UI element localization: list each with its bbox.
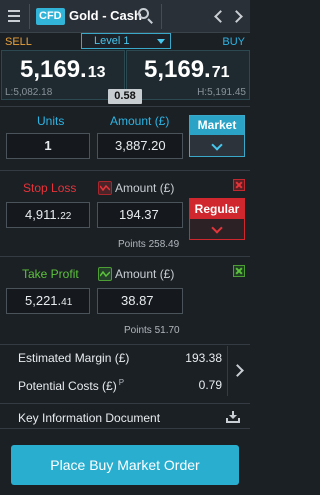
- chevron-left-icon[interactable]: [211, 8, 225, 24]
- estimated-margin-label: Estimated Margin (£): [18, 351, 130, 365]
- potential-costs-value: 0.79: [198, 378, 222, 392]
- units-label: Units: [37, 114, 65, 128]
- info-marker: P: [118, 378, 125, 387]
- buy-price: 5,169.71: [144, 56, 230, 83]
- chevron-down-icon: [211, 222, 223, 234]
- sell-label: SELL: [5, 36, 32, 48]
- chevron-right-icon[interactable]: [227, 346, 250, 396]
- divider: [161, 4, 162, 29]
- close-stop-loss-icon[interactable]: [233, 179, 245, 191]
- key-information-row[interactable]: Key Information Document: [0, 403, 250, 429]
- close-take-profit-icon[interactable]: [233, 265, 245, 277]
- order-type-label: Market: [190, 116, 244, 135]
- stop-loss-amount-label: Amount (£): [115, 181, 175, 195]
- quote-label-row: SELL Level 1 BUY: [0, 33, 250, 50]
- potential-costs-row: Potential Costs (£) P 0.79: [0, 373, 227, 396]
- level-value: Level 1: [94, 35, 130, 47]
- day-high: H:5,191.45: [197, 87, 246, 98]
- stop-loss-points: Points 258.49: [118, 239, 180, 250]
- stop-type-label: Regular: [190, 199, 244, 219]
- take-profit-section: Take Profit Amount (£) 5,221.41 38.87 Po…: [0, 256, 250, 342]
- trend-toggle-icon[interactable]: [98, 267, 112, 281]
- stop-type-select[interactable]: Regular: [189, 198, 245, 240]
- cfd-badge: CFD: [36, 8, 65, 25]
- stop-loss-price-input[interactable]: 4,911.22: [6, 202, 90, 228]
- estimated-margin-row: Estimated Margin (£) 193.38: [0, 346, 227, 369]
- level-select[interactable]: Level 1: [81, 33, 171, 49]
- divider: [29, 4, 30, 29]
- estimated-margin-value: 193.38: [185, 351, 222, 365]
- trend-toggle-icon[interactable]: [98, 181, 112, 195]
- hamburger-menu-icon[interactable]: [6, 6, 24, 26]
- top-bar: CFD Gold - Cash: [0, 0, 250, 33]
- amount-input[interactable]: 3,887.20: [97, 133, 183, 159]
- key-information-label: Key Information Document: [18, 411, 161, 425]
- search-icon[interactable]: [137, 7, 155, 25]
- spread-badge: 0.58: [108, 89, 142, 104]
- chevron-down-icon: [211, 139, 223, 151]
- dropdown-arrow-icon: [157, 39, 165, 44]
- order-type-select[interactable]: Market: [189, 115, 245, 157]
- divider: [0, 344, 250, 345]
- take-profit-price-input[interactable]: 5,221.41: [6, 288, 90, 314]
- units-input[interactable]: 1: [6, 133, 90, 159]
- take-profit-points: Points 51.70: [124, 325, 180, 336]
- take-profit-amount-input[interactable]: 38.87: [97, 288, 183, 314]
- day-low: L:5,082.18: [5, 87, 53, 98]
- instrument-title[interactable]: Gold - Cash: [69, 8, 142, 23]
- take-profit-amount-label: Amount (£): [115, 267, 175, 281]
- buy-label: BUY: [222, 36, 245, 48]
- amount-label: Amount (£): [110, 114, 170, 128]
- potential-costs-label: Potential Costs (£) P: [18, 378, 125, 393]
- chevron-right-icon[interactable]: [231, 8, 245, 24]
- download-icon[interactable]: [226, 411, 240, 423]
- stop-loss-amount-input[interactable]: 194.37: [97, 202, 183, 228]
- sell-price: 5,169.13: [20, 56, 106, 83]
- stop-loss-label[interactable]: Stop Loss: [23, 181, 76, 195]
- take-profit-label[interactable]: Take Profit: [22, 267, 79, 281]
- place-order-button[interactable]: Place Buy Market Order: [11, 445, 239, 485]
